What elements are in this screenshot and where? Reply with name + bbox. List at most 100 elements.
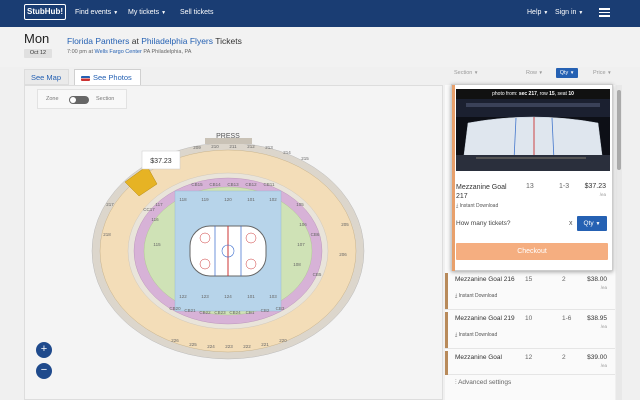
event-header: Mon Oct 12 Florida Panthers at Philadelp… [0, 27, 640, 67]
listing-price: $39.00 [587, 354, 607, 361]
price-sort[interactable]: Price ▼ [593, 70, 612, 76]
find-events-label: Find events [75, 9, 112, 16]
event-time: 7:00 pm at [67, 49, 95, 55]
listing-accent-bar [445, 312, 448, 348]
my-tickets-menu[interactable]: My tickets ▼ [128, 9, 166, 16]
section-label: CB22 [199, 310, 211, 315]
listings-scrollbar-thumb[interactable] [617, 90, 621, 170]
section-label: 115 [153, 242, 161, 247]
section-label: 209 [193, 145, 201, 150]
section-label: 218 [103, 232, 111, 237]
section-label: 102 [269, 197, 277, 202]
popup-instant-label: Instant Download [459, 203, 499, 209]
chevron-down-icon: ▼ [538, 70, 544, 75]
section-label: 221 [261, 342, 269, 347]
event-day: Mon [24, 31, 50, 46]
venue-link[interactable]: Wells Fargo Center [95, 49, 142, 55]
help-label: Help [527, 9, 542, 16]
ticket-quantity-select[interactable]: Qty ▼ [577, 216, 607, 231]
listing-item[interactable]: Mezzanine Goal 216 15 2 $38.00 /ea ⤓ Ins… [445, 273, 615, 310]
tab-see-photos[interactable]: See Photos [74, 69, 141, 85]
listing-price: $38.00 [587, 276, 607, 283]
sign-in-label: Sign in [555, 9, 577, 16]
section-label: CB5 [313, 272, 322, 277]
advanced-settings-label: Advanced settings [458, 379, 512, 386]
section-label: 108 [293, 262, 301, 267]
section-label: CB11 [264, 182, 275, 187]
top-navigation-bar: StubHub! Find events ▼ My tickets ▼ Sell t… [0, 0, 640, 27]
my-tickets-label: My tickets [128, 9, 160, 16]
section-label: CB21 [184, 308, 196, 313]
team1-link[interactable]: Florida Panthers [67, 36, 129, 46]
hamburger-menu-icon[interactable] [599, 8, 610, 17]
arena-map[interactable]: PRESS 208 209 210 211 212 213 214 215 CB… [25, 86, 444, 400]
section-label: CB3 [276, 306, 285, 311]
sliders-icon: ⫶ [455, 379, 457, 386]
qty-filter-button[interactable]: Qty ▼ [556, 68, 578, 78]
stubhub-logo[interactable]: StubHub! [24, 4, 66, 20]
section-label: 124 [224, 294, 232, 299]
section-label: 116 [151, 217, 159, 222]
row-sort[interactable]: Row ▼ [526, 70, 543, 76]
section-label: 101 [247, 294, 255, 299]
chevron-down-icon: ▼ [595, 221, 601, 227]
section-label: 122 [179, 294, 187, 299]
listing-accent-bar [445, 351, 448, 375]
listing-detail-popup: photo from: sec 217, row 15, seat 10 Mez… [451, 84, 613, 271]
chevron-down-icon: ▼ [578, 10, 584, 16]
sell-tickets-link[interactable]: Sell tickets [180, 9, 213, 16]
section-label: 119 [201, 197, 209, 202]
section-label: CB13 [227, 182, 239, 187]
photo-caption-seat: 10 [568, 91, 574, 97]
qty-filter-label: Qty [559, 70, 569, 76]
listing-ea: /ea [600, 363, 607, 368]
event-title: Florida Panthers at Philadelphia Flyers … [67, 36, 242, 46]
instant-download: ⤓ Instant Download [455, 293, 497, 299]
section-label: 105 [296, 202, 304, 207]
listing-item[interactable]: Mezzanine Goal 12 2 $39.00 /ea [445, 351, 615, 375]
sign-in-menu[interactable]: Sign in ▼ [555, 9, 583, 16]
arena-photo [456, 89, 610, 171]
section-label: 225 [189, 342, 197, 347]
advanced-settings-link[interactable]: ⫶ Advanced settings [455, 379, 511, 387]
section-label: CB14 [209, 182, 221, 187]
find-events-menu[interactable]: Find events ▼ [75, 9, 118, 16]
section-label: 211 [229, 144, 237, 149]
popup-section: Mezzanine Goal 217 [456, 184, 507, 200]
listing-row: 10 [525, 315, 533, 322]
section-label: 214 [283, 150, 291, 155]
at-text: at [129, 36, 142, 46]
help-menu[interactable]: Help ▼ [527, 9, 548, 16]
photo-icon [81, 75, 90, 81]
chevron-down-icon: ▼ [473, 70, 479, 75]
zoom-in-button[interactable]: + [36, 342, 52, 358]
listing-row: 15 [525, 276, 533, 283]
section-label: CB2 [261, 308, 270, 313]
section-sort[interactable]: Section ▼ [454, 70, 478, 76]
section-label: 101 [247, 197, 255, 202]
instant-download-label: Instant Download [458, 332, 498, 338]
checkout-button[interactable]: Checkout [456, 243, 608, 260]
team2-link[interactable]: Philadelphia Flyers [141, 36, 213, 46]
listing-item[interactable]: Mezzanine Goal 219 10 1-6 $38.95 /ea ⤓ I… [445, 312, 615, 349]
popup-instant-download: ⤓ Instant Download [456, 203, 498, 209]
row-sort-label: Row [526, 70, 538, 76]
quantity-multiplier: x [569, 220, 573, 227]
section-label: 220 [279, 338, 287, 343]
listing-ea: /ea [600, 324, 607, 329]
listing-section: Mezzanine Goal [455, 354, 502, 361]
section-label: 222 [243, 344, 251, 349]
tab-see-photos-label: See Photos [93, 73, 132, 82]
press-label: PRESS [216, 133, 240, 140]
section-label: CB12 [245, 182, 257, 187]
section-label: CB24 [229, 310, 241, 315]
tab-see-map[interactable]: See Map [24, 69, 69, 85]
section-label: 206 [339, 252, 347, 257]
chevron-down-icon: ▼ [113, 10, 119, 16]
section-label: 117 [155, 202, 163, 207]
section-label: 103 [269, 294, 277, 299]
download-icon: ⤓ [455, 293, 458, 299]
zoom-out-button[interactable]: − [36, 363, 52, 379]
section-sort-label: Section [454, 70, 473, 76]
download-icon: ⤓ [455, 332, 458, 338]
